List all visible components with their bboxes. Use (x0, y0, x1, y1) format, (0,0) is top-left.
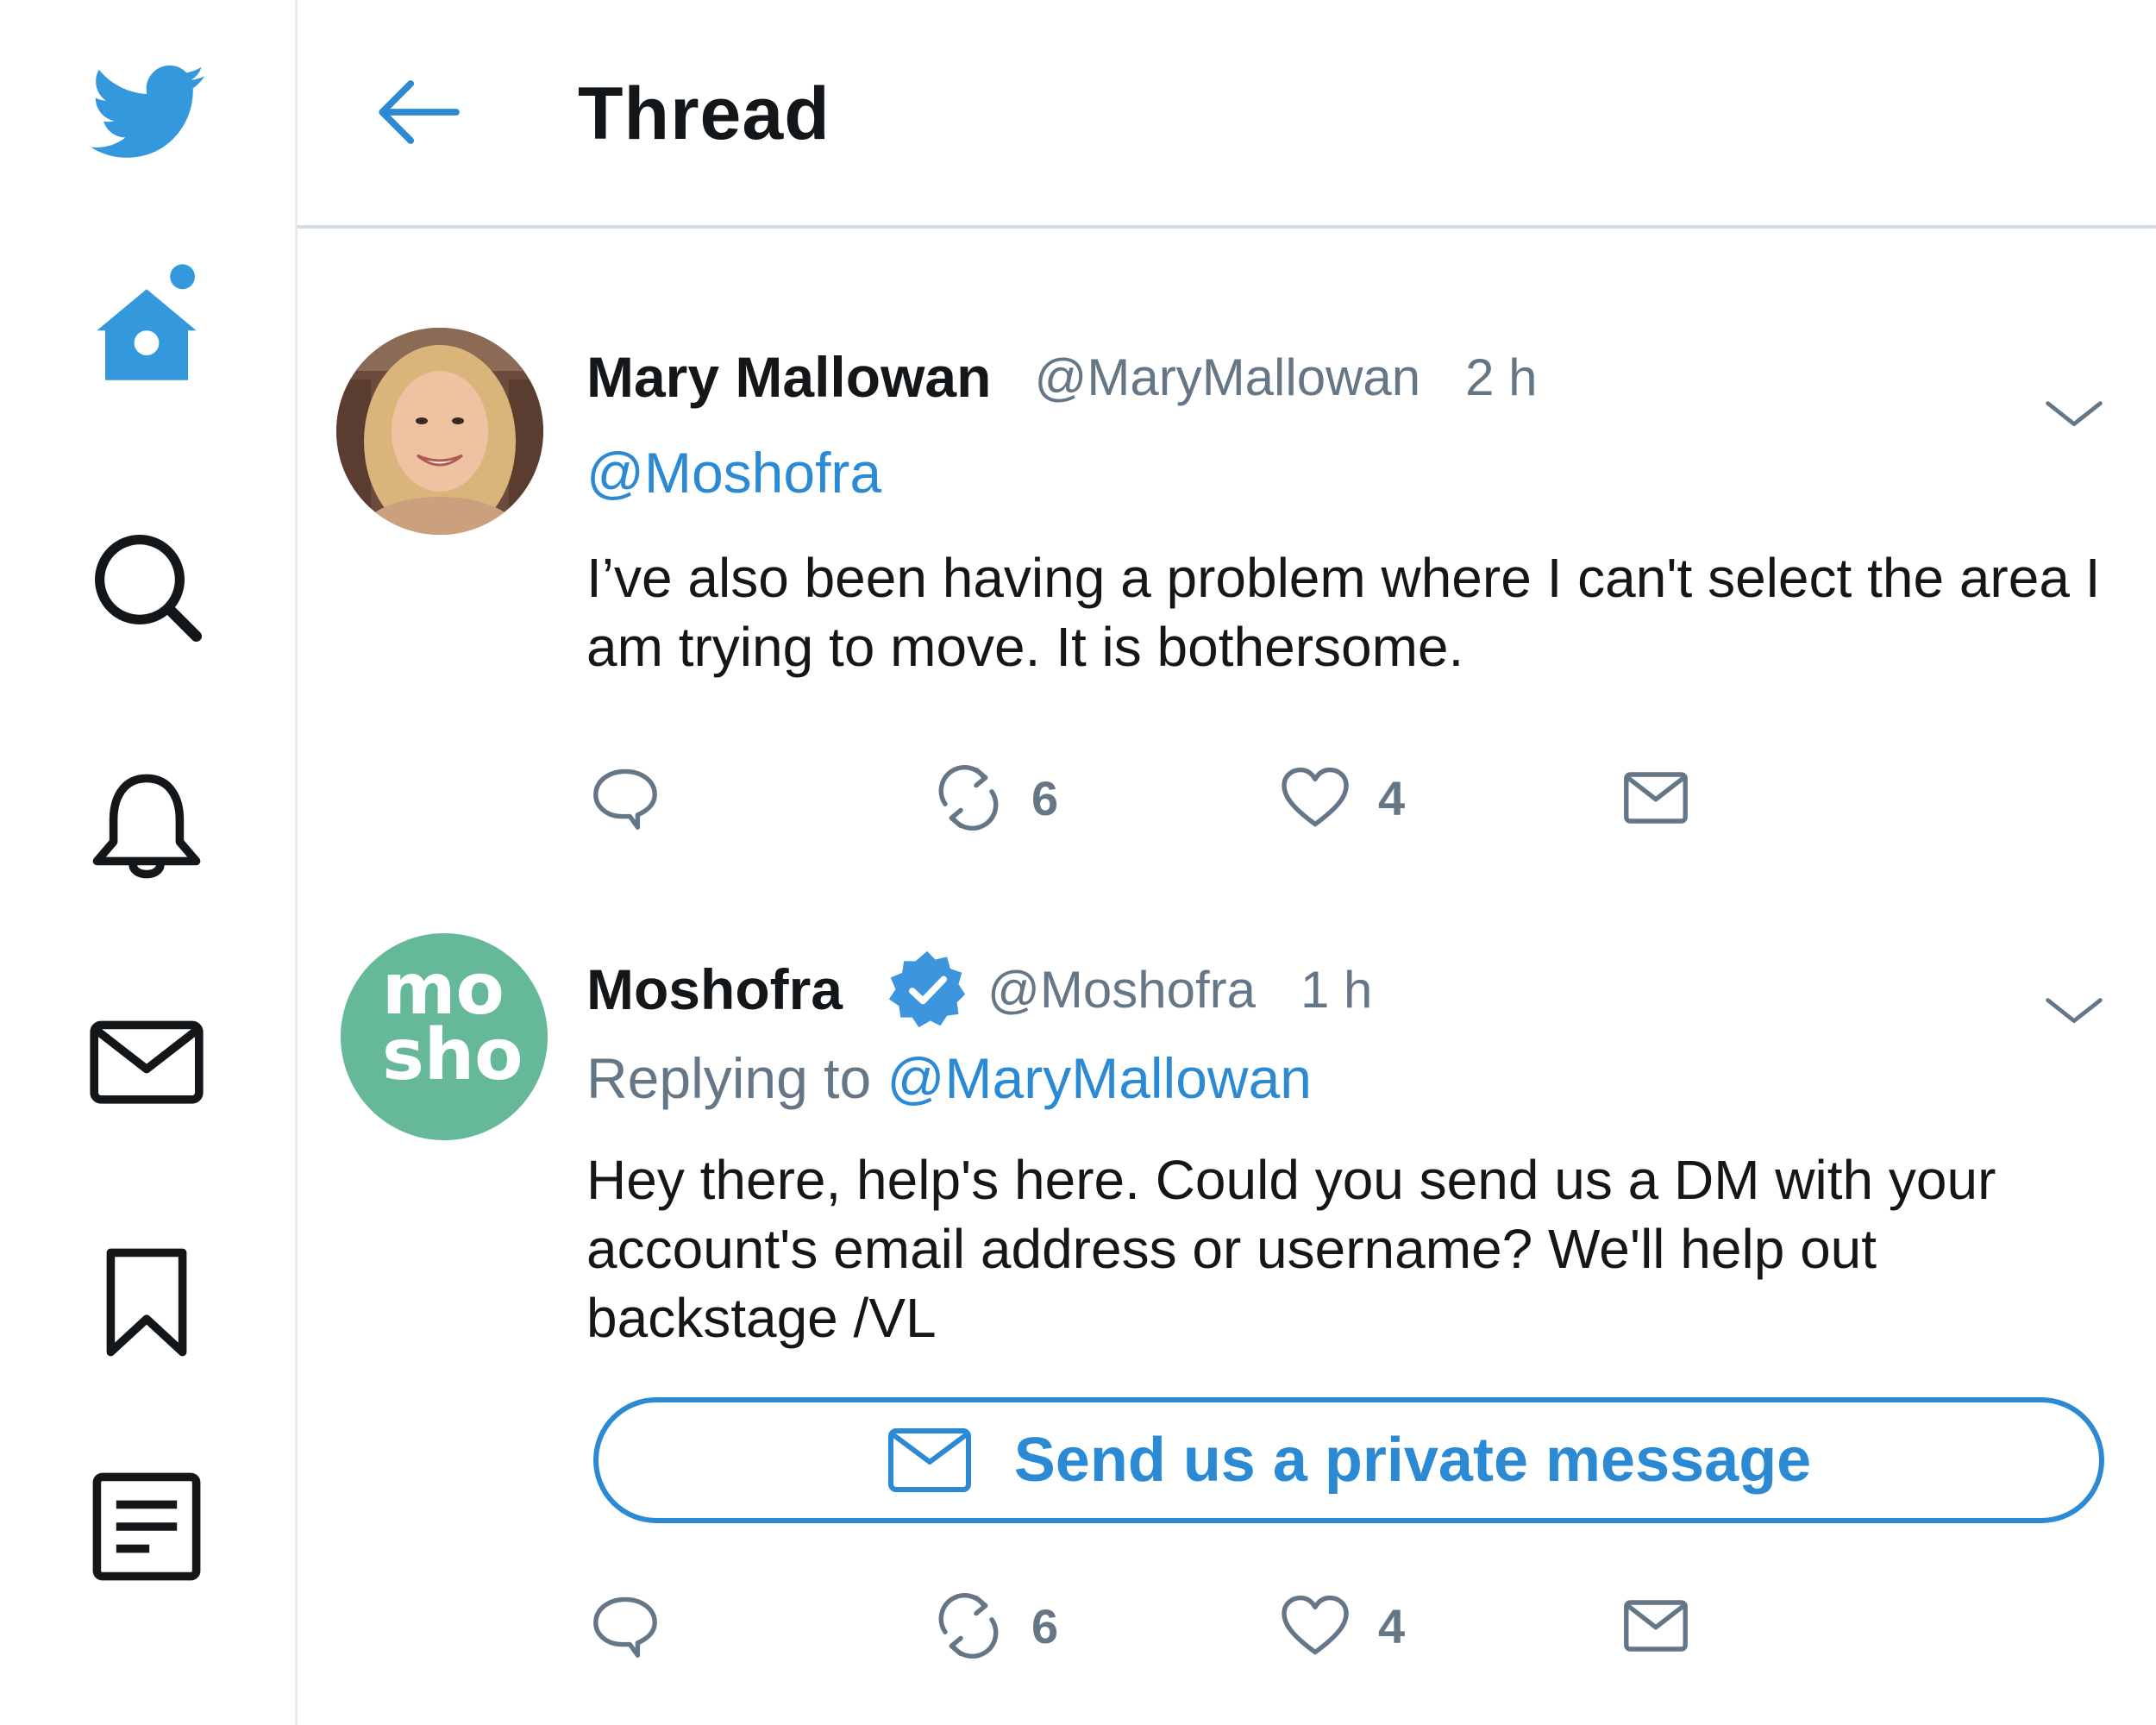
retweet-button[interactable]: 6 (930, 1583, 1058, 1669)
like-button[interactable]: 4 (1276, 1583, 1405, 1669)
page-title: Thread (578, 72, 830, 155)
user-photo (336, 328, 543, 535)
avatar[interactable]: mo sho (341, 933, 548, 1140)
retweet-icon (938, 1593, 999, 1659)
nav-notifications[interactable] (78, 759, 216, 897)
tweet[interactable]: Mary Mallowan @MaryMallowan 2 h @Moshofr… (298, 285, 2156, 871)
mention-link[interactable]: @MaryMallowan (887, 1046, 1312, 1110)
send-private-message-label: Send us a private message (1013, 1426, 1812, 1495)
reply-icon (593, 768, 657, 830)
search-icon (95, 535, 202, 642)
tweet-text: I’ve also been having a problem where I … (586, 547, 2101, 678)
send-private-message-button[interactable]: Send us a private message (593, 1397, 2104, 1523)
retweet-count: 6 (1031, 1598, 1059, 1653)
bell-icon (92, 774, 201, 879)
reply-button[interactable] (586, 755, 664, 841)
share-dm-button[interactable] (1617, 1583, 1695, 1669)
tweet-actions: 6 4 (586, 1583, 2109, 1669)
thread-header: Thread (298, 0, 2156, 229)
twitter-bird-icon (91, 65, 205, 158)
nav-messages[interactable] (78, 992, 216, 1130)
mail-icon (90, 1020, 204, 1104)
twitter-logo[interactable] (78, 43, 216, 181)
share-dm-button[interactable] (1617, 755, 1695, 841)
avatar[interactable] (336, 328, 543, 535)
retweet-button[interactable]: 6 (930, 755, 1058, 841)
tweet-header: Mary Mallowan @MaryMallowan 2 h (586, 329, 2109, 426)
replying-to-label: Replying to (586, 1046, 872, 1110)
display-name[interactable]: Moshofra (586, 957, 843, 1022)
like-icon (1282, 767, 1349, 827)
chevron-down-icon (2046, 401, 2103, 426)
tweet-header: Moshofra @Moshofra 1 h (586, 942, 2109, 1037)
like-button[interactable]: 4 (1276, 755, 1405, 841)
mail-icon (887, 1428, 971, 1492)
dm-icon (1624, 772, 1688, 824)
nav-home[interactable] (78, 259, 216, 397)
tweet-menu-button[interactable] (2040, 381, 2109, 450)
replying-to: Replying to @MaryMallowan (586, 1044, 1312, 1113)
like-icon (1282, 1595, 1349, 1655)
sidebar-nav (0, 0, 298, 1725)
tweet-menu-button[interactable] (2040, 978, 2109, 1047)
nav-bookmarks[interactable] (78, 1233, 216, 1371)
lists-icon (92, 1472, 201, 1581)
avatar-brand-text: mo sho (382, 955, 523, 1091)
retweet-icon (938, 765, 999, 831)
nav-lists[interactable] (78, 1458, 216, 1596)
reply-icon (593, 1596, 657, 1658)
timestamp[interactable]: 2 h (1465, 348, 1537, 407)
dm-icon (1624, 1600, 1688, 1652)
back-button[interactable] (371, 65, 466, 160)
tweet-text: Hey there, help's here. Could you send u… (586, 1149, 1996, 1349)
user-handle[interactable]: @Moshofra (987, 960, 1256, 1019)
reply-context: @Moshofra (586, 438, 881, 507)
like-count: 4 (1378, 1598, 1406, 1653)
reply-button[interactable] (586, 1583, 664, 1669)
user-handle[interactable]: @MaryMallowan (1034, 348, 1420, 407)
tweet[interactable]: mo sho Moshofra @Moshofra 1 h Replying t… (298, 914, 2156, 1725)
back-arrow-icon (379, 80, 460, 144)
tweet-actions: 6 4 (586, 755, 2109, 841)
bookmark-icon (106, 1248, 187, 1357)
mention-link[interactable]: @Moshofra (586, 441, 881, 505)
chevron-down-icon (2046, 998, 2103, 1023)
avatar-text-line: sho (382, 1014, 523, 1096)
display-name[interactable]: Mary Mallowan (586, 344, 991, 410)
nav-search[interactable] (78, 518, 216, 656)
verified-badge-icon (888, 950, 966, 1028)
home-icon (97, 264, 197, 380)
like-count: 4 (1378, 770, 1406, 825)
timestamp[interactable]: 1 h (1300, 960, 1372, 1019)
retweet-count: 6 (1031, 770, 1059, 825)
